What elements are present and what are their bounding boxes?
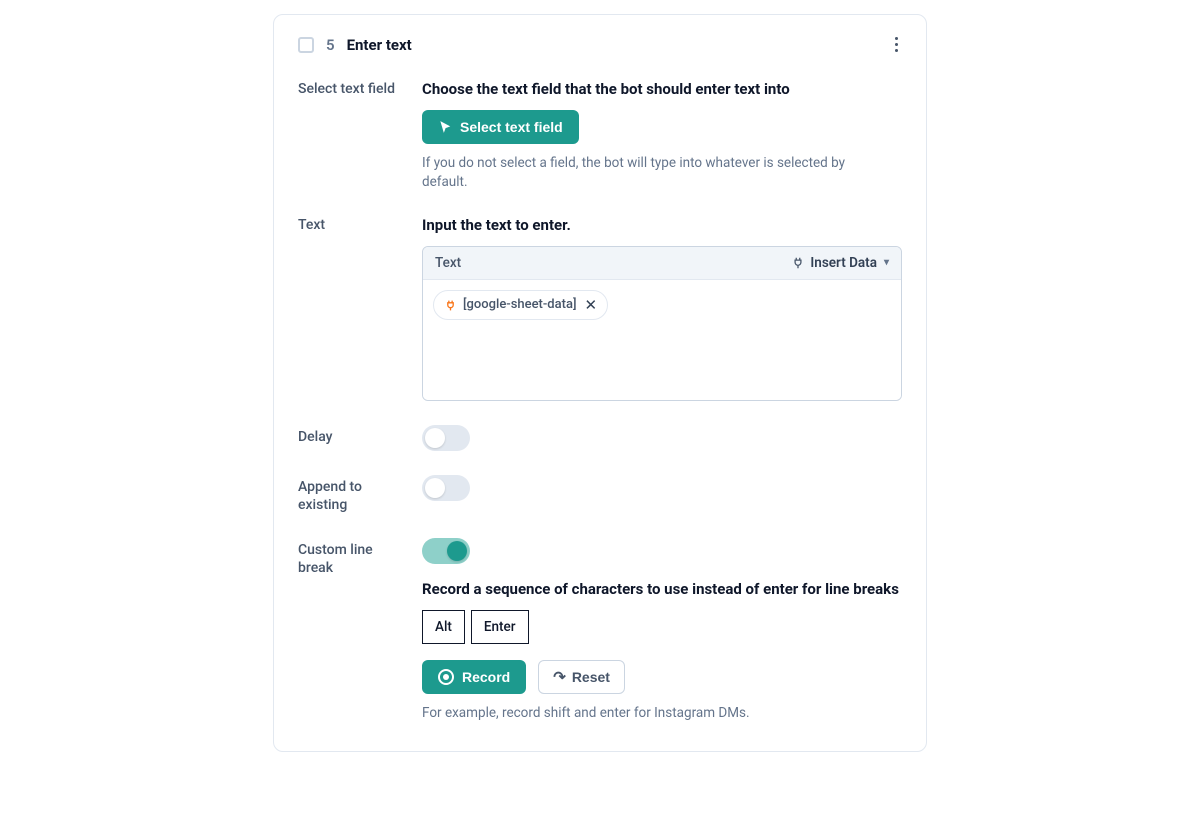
redo-icon: ↷ bbox=[553, 670, 566, 685]
label-line-break: Custom line break bbox=[298, 538, 398, 577]
record-button-label: Record bbox=[462, 669, 510, 685]
more-menu-icon[interactable] bbox=[891, 33, 902, 56]
record-button[interactable]: Record bbox=[422, 660, 526, 694]
reset-button-label: Reset bbox=[572, 669, 610, 685]
content-line-break: Record a sequence of characters to use i… bbox=[422, 538, 902, 723]
text-box-header: Text Insert Data ▾ bbox=[423, 247, 901, 280]
keycap: Alt bbox=[422, 610, 465, 644]
select-field-helper: If you do not select a field, the bot wi… bbox=[422, 154, 882, 192]
keycap: Enter bbox=[471, 610, 529, 644]
row-append: Append to existing bbox=[298, 475, 902, 514]
label-text: Text bbox=[298, 216, 398, 234]
content-select-field: Choose the text field that the bot shoul… bbox=[422, 80, 902, 192]
plug-icon bbox=[791, 256, 805, 270]
step-number: 5 bbox=[326, 36, 335, 54]
label-select-field: Select text field bbox=[298, 80, 398, 98]
row-delay: Delay bbox=[298, 425, 902, 451]
header-left: 5 Enter text bbox=[298, 36, 412, 54]
insert-data-button[interactable]: Insert Data ▾ bbox=[791, 255, 889, 271]
select-text-field-button-label: Select text field bbox=[460, 119, 563, 135]
cursor-icon bbox=[438, 120, 452, 134]
delay-toggle[interactable] bbox=[422, 425, 470, 451]
reset-button[interactable]: ↷ Reset bbox=[538, 660, 625, 694]
text-box-label: Text bbox=[435, 255, 461, 271]
select-text-field-button[interactable]: Select text field bbox=[422, 110, 579, 144]
select-field-heading: Choose the text field that the bot shoul… bbox=[422, 80, 902, 98]
text-input-box: Text Insert Data ▾ bbox=[422, 246, 902, 401]
record-icon bbox=[438, 669, 454, 685]
step-checkbox[interactable] bbox=[298, 37, 314, 53]
text-heading: Input the text to enter. bbox=[422, 216, 902, 234]
label-append: Append to existing bbox=[298, 475, 398, 514]
insert-data-label: Insert Data bbox=[810, 255, 877, 271]
chip-remove-icon[interactable]: ✕ bbox=[585, 296, 598, 314]
row-line-break: Custom line break Record a sequence of c… bbox=[298, 538, 902, 723]
content-text: Input the text to enter. Text Insert Dat… bbox=[422, 216, 902, 401]
step-title: Enter text bbox=[347, 36, 412, 54]
line-break-heading: Record a sequence of characters to use i… bbox=[422, 580, 902, 598]
card-header: 5 Enter text bbox=[298, 33, 902, 56]
plug-icon bbox=[444, 299, 457, 312]
chip-label: [google-sheet-data] bbox=[463, 297, 577, 312]
row-select-field: Select text field Choose the text field … bbox=[298, 80, 902, 192]
text-box-body[interactable]: [google-sheet-data] ✕ bbox=[423, 280, 901, 400]
data-chip: [google-sheet-data] ✕ bbox=[433, 290, 608, 320]
label-delay: Delay bbox=[298, 425, 398, 446]
chevron-down-icon: ▾ bbox=[884, 257, 889, 268]
step-card: 5 Enter text Select text field Choose th… bbox=[273, 14, 927, 752]
append-toggle[interactable] bbox=[422, 475, 470, 501]
line-break-toggle[interactable] bbox=[422, 538, 470, 564]
line-break-helper: For example, record shift and enter for … bbox=[422, 704, 882, 723]
keycap-sequence: Alt Enter bbox=[422, 610, 902, 644]
row-text: Text Input the text to enter. Text Inser… bbox=[298, 216, 902, 401]
